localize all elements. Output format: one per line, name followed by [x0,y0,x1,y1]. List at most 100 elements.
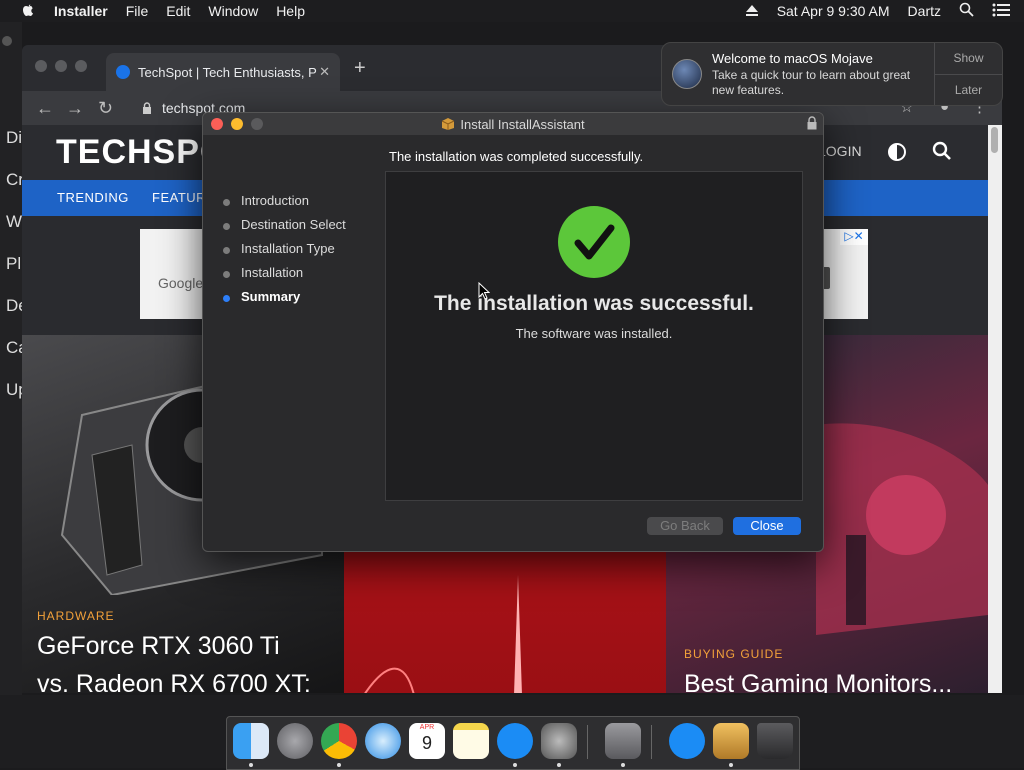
trash-icon[interactable] [757,723,793,759]
installer-titlebar: Install InstallAssistant [203,113,823,135]
lock-icon[interactable] [807,116,817,130]
article-kicker: BUYING GUIDE [684,647,784,661]
app-store-icon[interactable] [497,723,533,759]
chrome-icon[interactable] [321,723,357,759]
installer-content-pane: The installation was successful. The sof… [385,171,803,501]
login-link[interactable]: LOGIN [818,143,862,159]
downloads-stack-icon[interactable] [605,723,641,759]
installer-heading: The installation was completed successfu… [389,149,644,164]
system-preferences-icon[interactable] [541,723,577,759]
finder-icon[interactable] [233,723,269,759]
notification-later-button[interactable]: Later [935,83,1002,97]
notification-center-icon[interactable] [992,3,1010,20]
menu-window[interactable]: Window [208,3,258,19]
reload-icon[interactable]: ↻ [98,98,113,119]
close-window-button[interactable] [35,60,47,72]
bg-text-stub: W [6,212,23,231]
step-label: Installation Type [241,241,335,256]
ad-text: Google [158,275,204,291]
step-summary: Summary [221,289,346,313]
minimize-window-button[interactable] [55,60,67,72]
bg-text-stub: Di [6,128,23,147]
article-headline[interactable]: GeForce RTX 3060 Ti [37,627,280,665]
tab-close-icon[interactable]: ✕ [319,64,330,80]
step-bullet [223,199,230,206]
installer-zoom-button [251,118,263,130]
scrollbar-thumb[interactable] [991,127,998,153]
dark-mode-toggle-icon[interactable] [888,143,906,161]
app-store-icon[interactable] [669,723,705,759]
step-label: Introduction [241,193,309,208]
go-back-button: Go Back [647,517,723,535]
step-bullet [223,295,230,302]
menu-app-name[interactable]: Installer [54,3,108,19]
divider [935,74,1002,75]
article-headline[interactable]: Best Gaming Monitors... [684,665,952,693]
background-window-edge: Di Cr W Pl De Ca Up [0,22,28,712]
installer-package-icon[interactable] [713,723,749,759]
browser-tab[interactable]: TechSpot | Tech Enthusiasts, P ✕ [106,53,340,91]
running-indicator [557,763,561,767]
calendar-day: 9 [421,733,432,753]
tab-title: TechSpot | Tech Enthusiasts, P [138,64,317,80]
success-title: The installation was successful. [434,292,754,315]
safari-icon[interactable] [365,723,401,759]
package-icon [442,118,455,130]
notification-show-button[interactable]: Show [935,51,1002,65]
bg-text-stub: Pl [6,254,22,273]
site-search-icon[interactable] [932,141,952,161]
techspot-favicon-icon [116,65,130,79]
running-indicator [249,763,253,767]
bg-window-dot [2,36,12,46]
step-label: Installation [241,265,304,280]
step-label: Summary [241,289,301,304]
installer-title: Install InstallAssistant [460,116,585,132]
step-introduction: Introduction [221,193,346,217]
notification-banner[interactable]: Welcome to macOS Mojave Take a quick tou… [661,42,1003,106]
step-bullet [223,223,230,230]
running-indicator [513,763,517,767]
clock[interactable]: Sat Apr 9 9:30 AM [777,3,890,19]
step-bullet [223,247,230,254]
dock: APR 9 [226,716,800,770]
success-checkmark-icon [558,206,630,278]
step-bullet [223,271,230,278]
user-name[interactable]: Dartz [908,3,941,19]
installer-close-button[interactable] [211,118,223,130]
article-headline[interactable]: vs. Radeon RX 6700 XT: [37,665,311,693]
installer-steps: Introduction Destination Select Installa… [221,193,346,313]
new-tab-icon[interactable]: + [354,57,366,80]
calendar-icon[interactable]: APR 9 [409,723,445,759]
lock-icon [143,102,151,114]
notes-icon[interactable] [453,723,489,759]
article-kicker: HARDWARE [37,609,115,623]
launchpad-icon[interactable] [277,723,313,759]
step-label: Destination Select [241,217,346,232]
ad-close-icon[interactable]: ▷✕ [840,229,868,245]
running-indicator [729,763,733,767]
menu-file[interactable]: File [126,3,149,19]
back-icon[interactable]: ← [36,98,54,119]
spotlight-icon[interactable] [959,2,974,20]
menu-edit[interactable]: Edit [166,3,190,19]
nav-trending[interactable]: TRENDING [57,190,129,205]
running-indicator [621,763,625,767]
forward-icon[interactable]: → [66,98,84,119]
mouse-cursor-icon [478,282,490,300]
installer-minimize-button[interactable] [231,118,243,130]
notification-body: Take a quick tour to learn about great n… [712,68,911,97]
menu-help[interactable]: Help [276,3,305,19]
eject-icon[interactable] [745,5,759,17]
step-installation: Installation [221,265,346,289]
calendar-month: APR [419,724,435,731]
installer-window: Install InstallAssistant The installatio… [202,112,824,552]
close-button[interactable]: Close [733,517,801,535]
menu-bar: Installer File Edit Window Help Sat Apr … [0,0,1024,22]
apple-menu-icon[interactable] [20,3,36,19]
mojave-icon [672,59,702,89]
zoom-window-button[interactable] [75,60,87,72]
page-scrollbar[interactable] [988,125,1002,693]
step-destination-select: Destination Select [221,217,346,241]
step-installation-type: Installation Type [221,241,346,265]
notification-title: Welcome to macOS Mojave [712,51,873,66]
